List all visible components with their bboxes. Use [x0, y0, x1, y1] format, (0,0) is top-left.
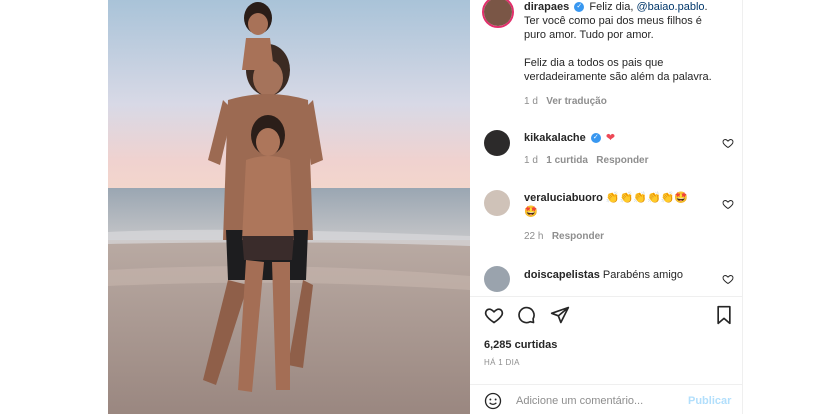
like-comment-heart-icon[interactable] [722, 273, 734, 285]
caption-line: puro amor. Tudo por amor. [524, 29, 654, 41]
caption-line: Ter você como pai dos meus filhos é [524, 15, 702, 27]
verified-icon: ✓ [590, 133, 601, 144]
comments-panel: dirapaes ✓ Feliz dia, @baiao.pablo. Ter … [470, 0, 743, 414]
comment-username[interactable]: kikakalache [524, 132, 586, 144]
reply-button[interactable]: Responder [552, 231, 604, 242]
verified-icon: ✓ [574, 2, 585, 13]
comment-time: 22 h [524, 231, 544, 242]
comment-username[interactable]: doiscapelistas [524, 269, 600, 281]
comment-text-line2: 🤩 [524, 206, 538, 218]
comment: doiscapelistas Parabéns amigo [524, 268, 714, 282]
post-author-avatar[interactable] [482, 0, 514, 28]
comment: kikakalache ✓ ❤ 1 d 1 curtida Responder [524, 131, 714, 166]
comment-avatar[interactable] [484, 190, 510, 216]
reply-button[interactable]: Responder [596, 155, 648, 166]
caption-mention[interactable]: @baiao.pablo [636, 1, 704, 13]
post-caption: dirapaes ✓ Feliz dia, @baiao.pablo. Ter … [524, 0, 734, 107]
post-photo[interactable] [108, 0, 470, 414]
save-bookmark-icon[interactable] [714, 305, 734, 325]
like-comment-heart-icon[interactable] [722, 198, 734, 210]
post-author-username[interactable]: dirapaes [524, 1, 569, 13]
comment-username[interactable]: veraluciabuoro [524, 192, 603, 204]
comment-text: 👏👏👏👏👏🤩 [605, 192, 689, 204]
share-icon[interactable] [550, 305, 570, 325]
like-comment-heart-icon[interactable] [722, 137, 734, 149]
comment-avatar[interactable] [484, 130, 510, 156]
comment-avatar[interactable] [484, 266, 510, 292]
emoji-icon[interactable] [484, 392, 502, 410]
see-translation-link[interactable]: Ver tradução [546, 96, 607, 107]
comment-input[interactable]: Adicione um comentário... [516, 395, 643, 407]
comment-composer: Adicione um comentário... Publicar [470, 384, 742, 415]
likes-count[interactable]: 6,285 curtidas [484, 339, 557, 351]
beach-photo [108, 0, 470, 414]
caption-line: Feliz dia a todos os pais que [524, 57, 664, 69]
post-timestamp: HÁ 1 DIA [484, 358, 520, 367]
caption-text: Feliz dia, [589, 1, 637, 13]
comment: veraluciabuoro 👏👏👏👏👏🤩 🤩 22 h Responder [524, 191, 714, 242]
publish-button[interactable]: Publicar [688, 395, 731, 407]
comment-time: 1 d [524, 155, 538, 166]
action-bar [470, 296, 742, 333]
caption-time: 1 d [524, 96, 538, 107]
caption-line: verdadeiramente são além da palavra. [524, 71, 712, 83]
comment-text: Parabéns amigo [602, 269, 683, 281]
comment-likes[interactable]: 1 curtida [546, 155, 588, 166]
comment-text: ❤ [605, 132, 616, 144]
like-heart-icon[interactable] [484, 305, 504, 325]
comment-icon[interactable] [516, 305, 536, 325]
caption-text-end: . [704, 1, 708, 13]
